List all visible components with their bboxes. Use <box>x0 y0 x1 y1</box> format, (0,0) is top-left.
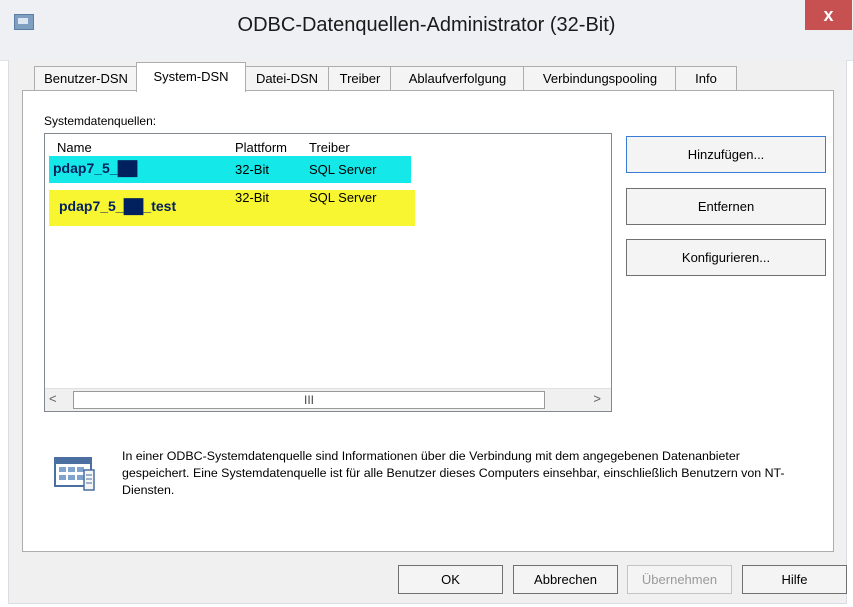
cancel-button[interactable]: Abbrechen <box>513 565 618 594</box>
dsn-platform: 32-Bit <box>235 162 269 177</box>
tab-verbindungspooling[interactable]: Verbindungspooling <box>523 66 677 91</box>
data-source-icon <box>54 452 96 494</box>
help-button[interactable]: Hilfe <box>742 565 847 594</box>
window-title: ODBC-Datenquellen-Administrator (32-Bit) <box>237 14 616 36</box>
remove-button[interactable]: Entfernen <box>626 188 826 225</box>
apply-button[interactable]: Übernehmen <box>627 565 732 594</box>
tab-datei-dsn[interactable]: Datei-DSN <box>244 66 330 91</box>
scroll-right-icon[interactable]: > <box>593 391 601 406</box>
configure-button[interactable]: Konfigurieren... <box>626 239 826 276</box>
horizontal-scrollbar[interactable]: < III > <box>45 388 611 411</box>
scroll-thumb[interactable]: III <box>73 391 545 409</box>
title-bar: ODBC-Datenquellen-Administrator (32-Bit)… <box>0 0 853 61</box>
column-header-name[interactable]: Name <box>57 140 92 155</box>
dsn-row[interactable]: pdap7_5_██ 32-Bit SQL Server <box>49 156 411 183</box>
tab-benutzer-dsn[interactable]: Benutzer-DSN <box>34 66 138 91</box>
dsn-name: pdap7_5_██ <box>53 160 138 176</box>
dsn-driver: SQL Server <box>309 190 377 205</box>
ok-button[interactable]: OK <box>398 565 503 594</box>
dsn-list[interactable]: Name Plattform Treiber pdap7_5_██ 32-Bit… <box>44 133 612 412</box>
add-button[interactable]: Hinzufügen... <box>626 136 826 173</box>
column-header-platform[interactable]: Plattform <box>235 140 287 155</box>
tab-treiber[interactable]: Treiber <box>328 66 392 91</box>
dsn-row[interactable]: pdap7_5_██_test 32-Bit SQL Server <box>49 190 415 226</box>
column-header-driver[interactable]: Treiber <box>309 140 350 155</box>
tab-info[interactable]: Info <box>675 66 737 91</box>
tab-system-dsn[interactable]: System-DSN <box>136 62 246 92</box>
info-description: In einer ODBC-Systemdatenquelle sind Inf… <box>122 449 785 497</box>
dsn-platform: 32-Bit <box>235 190 269 205</box>
tab-ablaufverfolgung[interactable]: Ablaufverfolgung <box>390 66 525 91</box>
systemdatenquellen-label: Systemdatenquellen: <box>44 114 157 128</box>
close-button[interactable]: x <box>805 0 852 30</box>
scroll-left-icon[interactable]: < <box>49 391 57 406</box>
dsn-name: pdap7_5_██_test <box>59 198 177 214</box>
dsn-driver: SQL Server <box>309 162 377 177</box>
